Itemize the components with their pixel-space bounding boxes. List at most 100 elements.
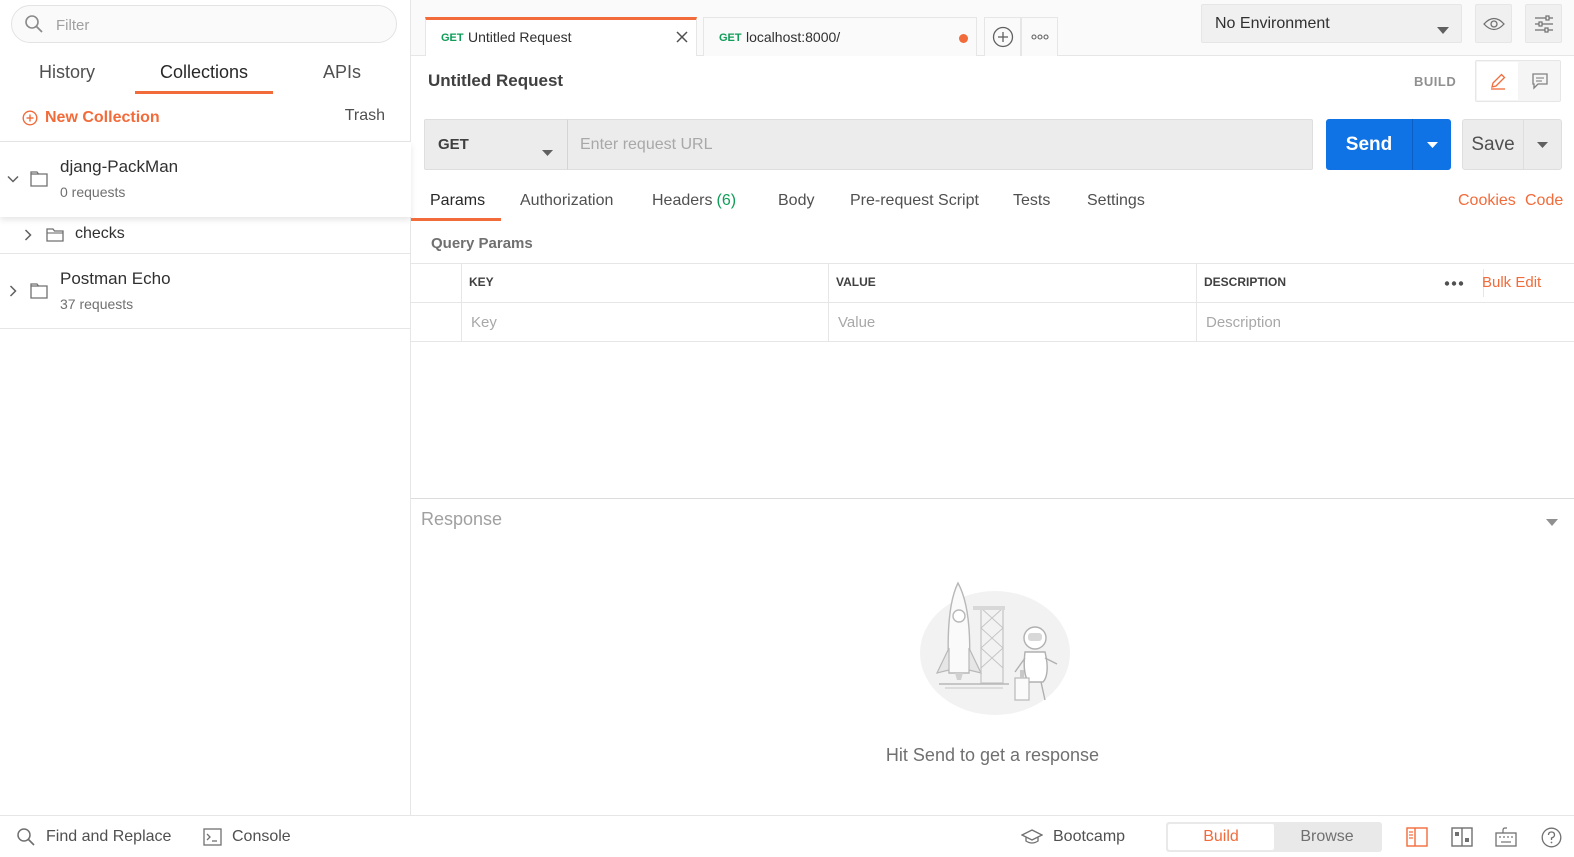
eye-icon — [1482, 17, 1505, 30]
manage-environments-button[interactable] — [1525, 4, 1562, 43]
tab-history[interactable]: History — [14, 50, 120, 94]
send-options-button[interactable] — [1412, 119, 1451, 170]
new-collection-label: New Collection — [45, 109, 160, 126]
caret-down-icon — [1437, 21, 1449, 37]
build-browse-switch: Build Browse — [1166, 822, 1382, 852]
bootcamp-button[interactable]: Bootcamp — [1021, 826, 1125, 848]
environment-quick-look-button[interactable] — [1475, 4, 1512, 43]
keyboard-shortcuts-button[interactable] — [1495, 826, 1517, 848]
search-icon — [24, 14, 44, 34]
method-select[interactable]: GET — [424, 119, 568, 170]
mode-toggle — [1475, 60, 1561, 102]
tab-method: GET — [719, 32, 742, 44]
request-title[interactable]: Untitled Request — [428, 71, 563, 91]
build-view-button[interactable]: Build — [1168, 824, 1274, 850]
bulk-edit-link[interactable]: Bulk Edit — [1482, 274, 1541, 291]
browse-view-button[interactable]: Browse — [1274, 824, 1380, 850]
url-input[interactable] — [567, 119, 1313, 170]
status-bar: Find and Replace Console Bootcamp Build … — [0, 815, 1574, 857]
tab-apis[interactable]: APIs — [300, 50, 384, 94]
description-cell — [1196, 303, 1574, 341]
rocket-illustration — [913, 578, 1073, 723]
request-tab-active[interactable]: GET Untitled Request — [425, 17, 697, 56]
caret-down-icon — [1426, 141, 1438, 148]
headers-count-badge: (6) — [716, 192, 737, 209]
param-key-input[interactable] — [471, 311, 771, 333]
find-and-replace-label: Find and Replace — [46, 828, 172, 845]
comment-icon — [1531, 73, 1548, 90]
tab-tests[interactable]: Tests — [1013, 192, 1050, 222]
new-tab-button[interactable] — [984, 17, 1021, 56]
caret-down-icon — [1537, 141, 1548, 148]
two-pane-layout-icon — [1451, 827, 1473, 847]
tab-collections[interactable]: Collections — [135, 50, 273, 94]
chevron-right-icon[interactable] — [21, 228, 35, 245]
save-button[interactable]: Save — [1462, 119, 1524, 170]
active-tab-indicator — [411, 218, 501, 221]
filter-box — [11, 5, 397, 43]
table-header-row: KEY VALUE DESCRIPTION Bulk Edit — [411, 264, 1574, 303]
param-value-input[interactable] — [838, 311, 1138, 333]
pane-resize-handle[interactable] — [411, 498, 1574, 499]
chevron-down-icon[interactable] — [6, 172, 20, 186]
key-cell — [461, 303, 828, 341]
send-button[interactable]: Send — [1326, 119, 1412, 170]
collection-name: Postman Echo — [60, 269, 171, 288]
collection-actions: New Collection Trash — [0, 98, 411, 138]
save-options-button[interactable] — [1523, 119, 1562, 170]
find-and-replace-button[interactable]: Find and Replace — [16, 826, 171, 848]
collapse-response-icon[interactable] — [1546, 513, 1558, 529]
environment-label: No Environment — [1215, 15, 1330, 32]
method-label: GET — [438, 136, 469, 153]
tab-name: Untitled Request — [468, 29, 572, 45]
table-options-button[interactable] — [1436, 272, 1472, 294]
tab-name: localhost:8000/ — [746, 29, 841, 45]
column-header-value: VALUE — [828, 264, 1196, 302]
tab-pre-request-script[interactable]: Pre-request Script — [850, 192, 979, 222]
environment-select[interactable]: No Environment — [1201, 4, 1462, 43]
two-pane-view-button[interactable] — [1451, 826, 1473, 848]
unsaved-dot-icon — [959, 34, 968, 43]
toggle-sidebar-button[interactable] — [1406, 826, 1428, 848]
collection-icon — [29, 281, 49, 301]
plus-circle-icon — [992, 26, 1013, 48]
edit-mode-button[interactable] — [1477, 62, 1518, 100]
tab-options-button[interactable] — [1021, 17, 1058, 56]
help-button[interactable] — [1540, 826, 1562, 848]
mode-label: BUILD — [1414, 74, 1457, 89]
params-table: KEY VALUE DESCRIPTION Bulk Edit — [411, 263, 1574, 342]
request-config-tabs: Params Authorization Headers (6) Body Pre… — [411, 184, 1574, 222]
more-horizontal-icon — [1444, 280, 1464, 286]
code-link[interactable]: Code — [1525, 192, 1563, 210]
tab-headers[interactable]: Headers (6) — [652, 192, 736, 222]
close-icon[interactable] — [674, 29, 690, 45]
comments-button[interactable] — [1519, 62, 1560, 100]
search-icon — [17, 828, 35, 846]
new-collection-button[interactable]: New Collection — [22, 107, 160, 129]
filter-input[interactable] — [56, 14, 376, 36]
table-row — [411, 303, 1574, 342]
pencil-icon — [1490, 73, 1505, 90]
sidebar: History Collections APIs New Collection … — [0, 0, 411, 815]
tab-body[interactable]: Body — [778, 192, 814, 222]
collection-icon — [29, 169, 49, 189]
tab-settings[interactable]: Settings — [1087, 192, 1145, 222]
tab-headers-label: Headers — [652, 192, 713, 209]
keyboard-icon — [1495, 827, 1517, 847]
trash-button[interactable]: Trash — [345, 107, 385, 125]
more-horizontal-icon — [1030, 34, 1049, 40]
param-description-input[interactable] — [1206, 311, 1506, 333]
collection-item[interactable]: djang-PackMan 0 requests — [0, 142, 411, 217]
cookies-link[interactable]: Cookies — [1458, 192, 1516, 210]
folder-icon — [45, 225, 65, 248]
chevron-right-icon[interactable] — [6, 284, 20, 298]
console-button[interactable]: Console — [203, 826, 291, 848]
help-icon — [1541, 827, 1561, 847]
collection-item[interactable]: Postman Echo 37 requests — [0, 254, 411, 329]
sidebar-tabs: History Collections APIs — [0, 50, 411, 94]
plus-circle-icon — [22, 110, 38, 126]
folder-item[interactable]: checks — [0, 217, 411, 254]
tab-authorization[interactable]: Authorization — [520, 192, 613, 222]
request-tab[interactable]: GET localhost:8000/ — [703, 17, 977, 56]
console-label: Console — [232, 828, 291, 845]
